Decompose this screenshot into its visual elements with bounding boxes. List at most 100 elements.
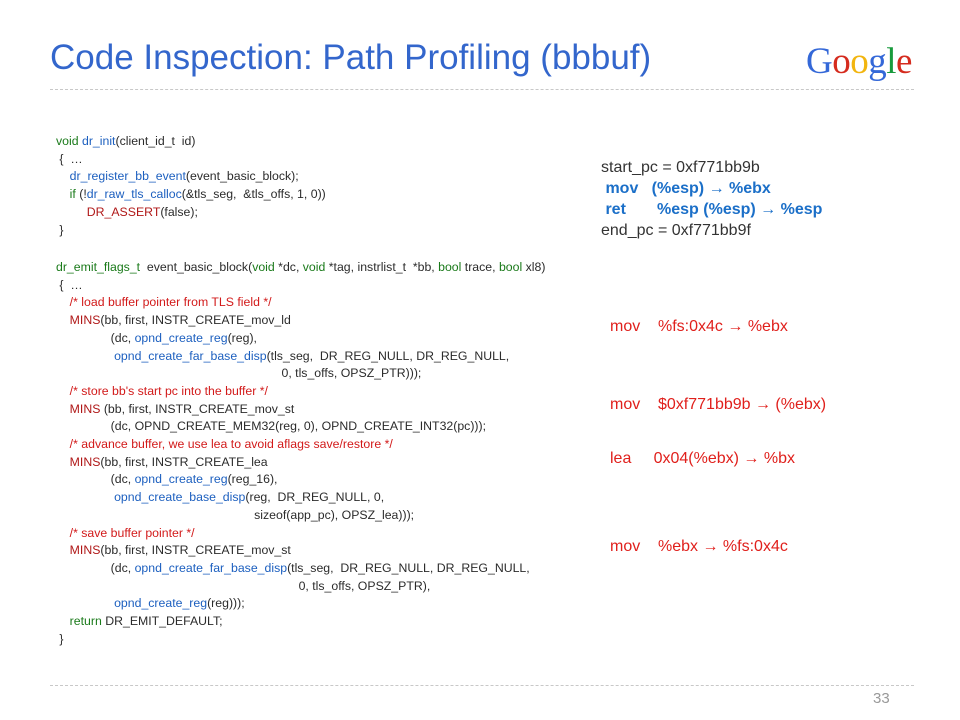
code-keyword: void (252, 260, 275, 274)
code-comment: /* load buffer pointer from TLS field */ (56, 295, 272, 310)
code-comment: /* store bb's start pc into the buffer *… (56, 383, 268, 398)
code-keyword: bool (438, 260, 462, 274)
code-block-init: void dr_init(client_id_t id) { … dr_regi… (56, 133, 326, 239)
code-text: (reg_16), (227, 472, 278, 487)
code-text: (bb, first, INSTR_CREATE_mov_st (100, 543, 291, 558)
code-text: xl8) (522, 260, 546, 274)
code-text: (reg))); (207, 596, 245, 611)
code-line: opnd_create_base_disp(reg, DR_REG_NULL, … (56, 489, 545, 507)
code-function: opnd_create_far_base_disp (114, 348, 267, 363)
code-keyword: bool (498, 260, 523, 274)
code-macro: MINS (69, 543, 101, 558)
code-block-event: dr_emit_flags_t event_basic_block(void *… (56, 259, 545, 648)
code-line: (dc, opnd_create_far_base_disp(tls_seg, … (56, 560, 545, 578)
google-logo: Google (806, 40, 912, 83)
code-function: opnd_create_far_base_disp (134, 560, 288, 575)
logo-letter: g (868, 41, 887, 82)
code-line: sizeof(app_pc), OPSZ_lea))); (56, 507, 415, 522)
logo-letter: l (886, 41, 897, 82)
asm-load-buffer: mov %fs:0x4c → %ebx (610, 318, 788, 335)
code-function: opnd_create_base_disp (114, 490, 246, 505)
code-line: { … (56, 151, 83, 166)
code-line: void dr_init(client_id_t id) (56, 133, 326, 151)
bottom-divider (50, 685, 914, 686)
code-keyword: void (56, 134, 82, 148)
code-keyword: void (302, 260, 326, 274)
code-line: MINS (bb, first, INSTR_CREATE_mov_st (56, 401, 545, 419)
code-line: MINS(bb, first, INSTR_CREATE_lea (56, 454, 545, 472)
code-line: { … (56, 277, 83, 292)
code-line: return DR_EMIT_DEFAULT; (56, 613, 545, 631)
code-function: opnd_create_reg (134, 330, 228, 345)
code-text: *tag, instrlist_t *bb, (325, 260, 439, 274)
code-line: MINS(bb, first, INSTR_CREATE_mov_st (56, 542, 545, 560)
code-line: } (56, 631, 64, 646)
code-line: if (!dr_raw_tls_calloc(&tls_seg, &tls_of… (56, 186, 326, 204)
code-text: (dc, (56, 330, 135, 345)
code-function: dr_register_bb_event (69, 169, 186, 184)
code-line: opnd_create_reg(reg))); (56, 595, 545, 613)
code-comment: /* advance buffer, we use lea to avoid a… (56, 437, 393, 452)
logo-letter: o (850, 41, 869, 82)
asm-ret-instruction: ret %esp (%esp) → %esp (601, 201, 823, 218)
code-text: (bb, first, INSTR_CREATE_mov_st (100, 401, 295, 416)
code-text: (dc, (56, 560, 135, 575)
logo-letter: o (832, 41, 851, 82)
code-line: (dc, opnd_create_reg(reg), (56, 330, 545, 348)
logo-letter: e (896, 41, 912, 82)
code-function: dr_raw_tls_calloc (86, 187, 182, 202)
code-text: (client_id_t id) (115, 134, 196, 148)
code-text: trace, (461, 260, 499, 274)
code-macro: MINS (69, 401, 101, 416)
asm-save-buffer: mov %ebx → %fs:0x4c (610, 538, 788, 555)
start-pc-label: start_pc = 0xf771bb9b (601, 159, 760, 176)
code-line: 0, tls_offs, OPSZ_PTR))); (56, 366, 422, 381)
code-text: (dc, (56, 472, 135, 487)
page-number: 33 (873, 690, 890, 707)
top-divider (50, 89, 914, 90)
code-line: opnd_create_far_base_disp(tls_seg, DR_RE… (56, 348, 545, 366)
logo-letter: G (806, 41, 833, 82)
code-line: MINS(bb, first, INSTR_CREATE_mov_ld (56, 312, 545, 330)
asm-advance-buffer: lea 0x04(%ebx) → %bx (610, 450, 795, 467)
code-line: DR_ASSERT(false); (56, 204, 326, 222)
code-line: (dc, OPND_CREATE_MEM32(reg, 0), OPND_CRE… (56, 419, 487, 434)
code-macro: MINS (69, 454, 101, 469)
code-text: (reg), (227, 330, 257, 345)
code-text: DR_EMIT_DEFAULT; (101, 614, 223, 629)
code-line: } (56, 222, 64, 237)
code-text: (reg, DR_REG_NULL, 0, (245, 490, 385, 505)
asm-mov-instruction: mov (%esp) → %ebx (601, 180, 771, 197)
code-text: (event_basic_block); (185, 169, 299, 184)
code-text: (tls_seg, DR_REG_NULL, DR_REG_NULL, (266, 348, 510, 363)
code-keyword: return (69, 614, 102, 629)
code-line: dr_emit_flags_t event_basic_block(void *… (56, 259, 545, 277)
asm-store-pc: mov $0xf771bb9b → (%ebx) (610, 396, 827, 413)
asm-basic-block: start_pc = 0xf771bb9b mov (%esp) → %ebx … (601, 157, 822, 241)
code-text: (bb, first, INSTR_CREATE_lea (100, 454, 268, 469)
code-text: event_basic_block( (140, 260, 253, 274)
code-keyword: dr_emit_flags_t (56, 260, 141, 274)
code-line: 0, tls_offs, OPSZ_PTR), (56, 578, 431, 593)
code-text: (tls_seg, DR_REG_NULL, DR_REG_NULL, (287, 560, 530, 575)
slide-title: Code Inspection: Path Profiling (bbbuf) (50, 38, 652, 77)
code-text: (bb, first, INSTR_CREATE_mov_ld (100, 313, 291, 328)
end-pc-label: end_pc = 0xf771bb9f (601, 222, 751, 239)
code-line: (dc, opnd_create_reg(reg_16), (56, 471, 545, 489)
code-text: (! (75, 187, 87, 202)
code-macro: MINS (69, 313, 101, 328)
code-text: *dc, (274, 260, 303, 274)
code-line: dr_register_bb_event(event_basic_block); (56, 168, 326, 186)
code-text: (&tls_seg, &tls_offs, 1, 0)) (181, 187, 326, 202)
